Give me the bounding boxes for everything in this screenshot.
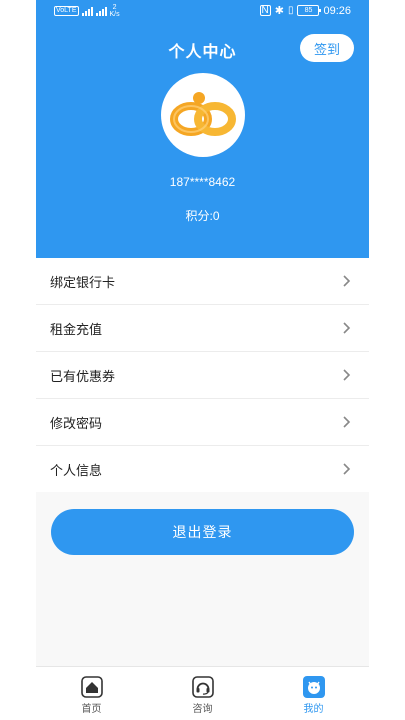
app-logo-icon (170, 92, 236, 136)
chevron-right-icon (343, 275, 351, 287)
chevron-right-icon (343, 322, 351, 334)
tab-label: 首页 (81, 704, 102, 715)
tab-consult[interactable]: 咨询 (147, 667, 258, 720)
chevron-right-icon (343, 416, 351, 428)
nfc-icon: N (259, 5, 271, 16)
menu-item-change-password[interactable]: 修改密码 (36, 399, 369, 446)
phone-number: 187****8462 (169, 175, 236, 189)
network-speed: 2 K/s (110, 4, 120, 18)
menu-item-label: 修改密码 (50, 415, 103, 431)
app-screen: VoLTE 2 K/s N ✱ ▯ 85 09:26 个人中心 签到 187**… (36, 0, 369, 720)
bottom-tab-bar: 首页 咨询 我的 (36, 666, 369, 720)
menu-item-label: 租金充值 (50, 321, 103, 337)
home-icon (80, 676, 103, 698)
status-bar: VoLTE 2 K/s N ✱ ▯ 85 09:26 (36, 0, 369, 22)
profile-header: VoLTE 2 K/s N ✱ ▯ 85 09:26 个人中心 签到 187**… (36, 0, 369, 258)
tab-label: 咨询 (192, 704, 213, 715)
signal-icon-2 (95, 6, 107, 16)
menu-item-label: 已有优惠券 (50, 368, 116, 384)
tab-mine[interactable]: 我的 (258, 667, 369, 720)
menu-item-bind-card[interactable]: 绑定银行卡 (36, 258, 369, 305)
avatar[interactable] (161, 73, 245, 157)
chevron-right-icon (343, 463, 351, 475)
chevron-right-icon (343, 369, 351, 381)
bluetooth-icon: ✱ (274, 5, 284, 17)
headset-icon (191, 676, 214, 698)
signin-button[interactable]: 签到 (300, 34, 354, 62)
points-label: 积分:0 (185, 209, 220, 223)
speed-value: 2 (112, 4, 117, 11)
menu-item-recharge[interactable]: 租金充值 (36, 305, 369, 352)
vibrate-icon: ▯ (287, 5, 294, 16)
network-chip: VoLTE (54, 6, 79, 16)
clock: 09:26 (323, 4, 351, 17)
tab-home[interactable]: 首页 (36, 667, 147, 720)
menu-item-personal-info[interactable]: 个人信息 (36, 446, 369, 492)
logout-button[interactable]: 退出登录 (51, 509, 354, 555)
status-right: N ✱ ▯ 85 09:26 (259, 4, 351, 17)
menu-item-label: 绑定银行卡 (50, 274, 116, 290)
battery-icon: 85 (297, 5, 322, 16)
signal-icon (81, 6, 93, 16)
status-left: VoLTE 2 K/s (54, 4, 120, 18)
menu-list: 绑定银行卡 租金充值 已有优惠券 修改密码 个人信息 (36, 258, 369, 492)
menu-item-label: 个人信息 (50, 462, 103, 478)
menu-item-coupons[interactable]: 已有优惠券 (36, 352, 369, 399)
profile-face-icon (302, 676, 325, 698)
speed-unit: K/s (109, 11, 120, 18)
tab-label: 我的 (303, 704, 324, 715)
